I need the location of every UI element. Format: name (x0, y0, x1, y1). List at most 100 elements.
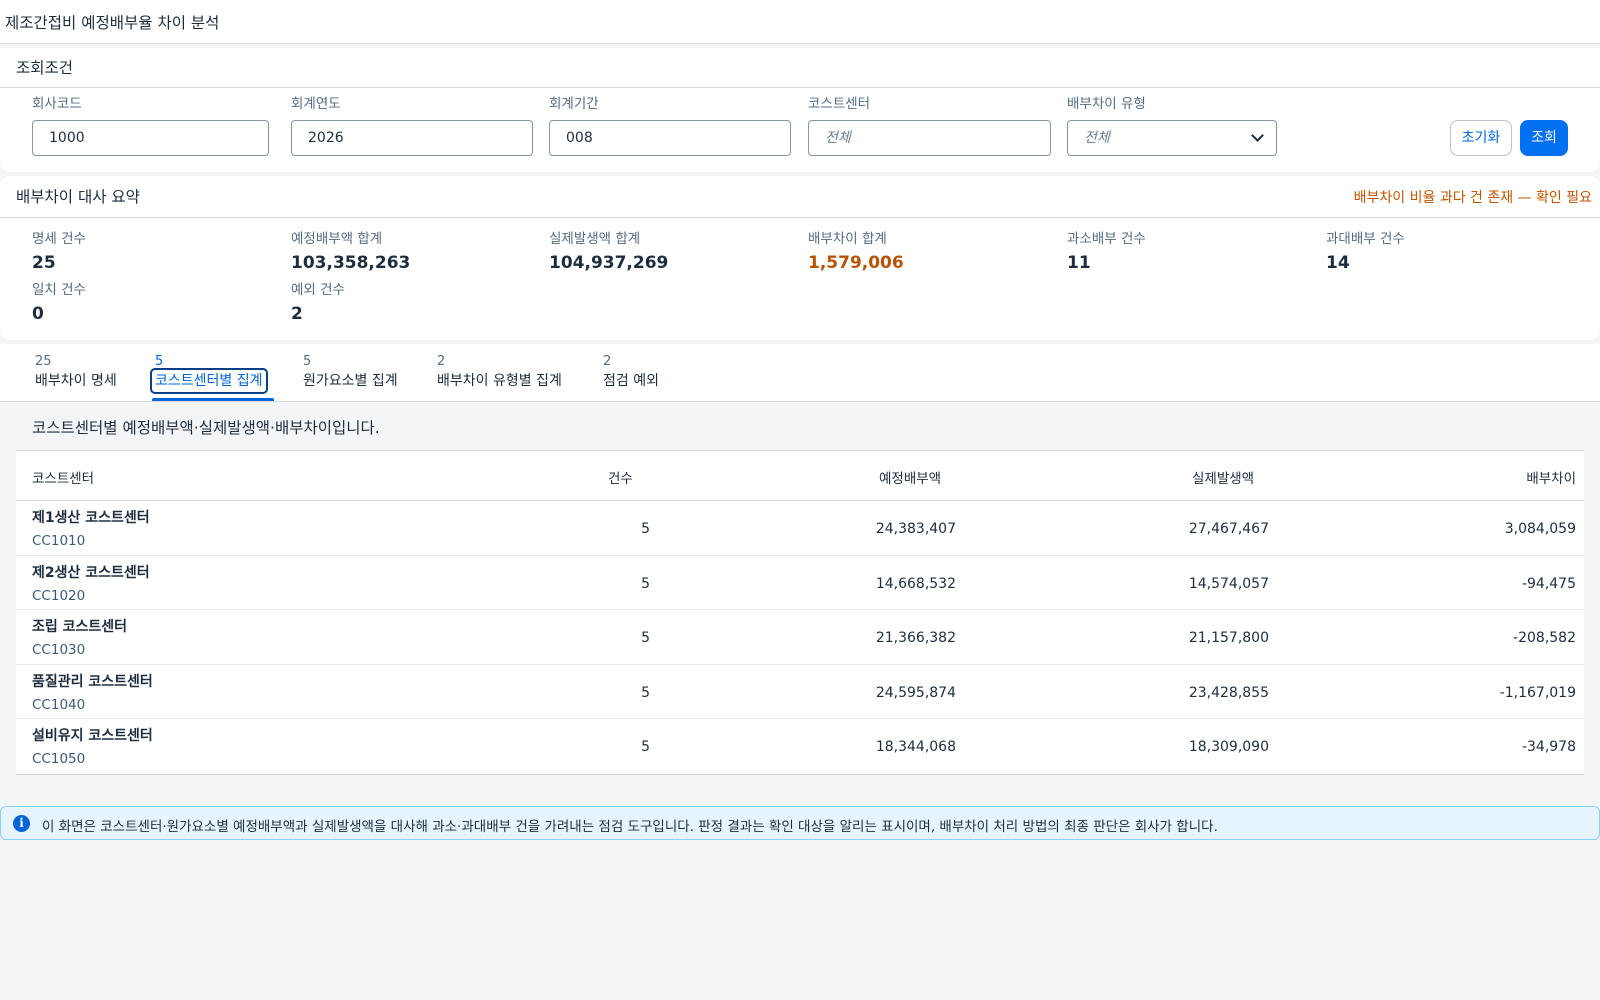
table-row[interactable]: 설비유지 코스트센터 CC1050 5 18,344,068 18,309,09… (16, 719, 1584, 774)
fiscal-year-label: 회계연도 (291, 96, 341, 112)
table-row[interactable]: 제2생산 코스트센터 CC1020 5 14,668,532 14,574,05… (16, 556, 1584, 610)
table-row[interactable]: 제1생산 코스트센터 CC1010 5 24,383,407 27,467,46… (16, 501, 1584, 556)
reset-button[interactable]: 초기화 (1450, 120, 1512, 156)
kpi-value: 2 (291, 304, 303, 324)
summary-warning: 배부차이 비율 과다 건 존재 — 확인 필요 (1353, 190, 1592, 206)
tab-label: 배부차이 유형별 집계 (437, 373, 562, 389)
cell-planned: 14,668,532 (875, 575, 956, 592)
tab-count: 2 (603, 354, 612, 369)
kpi-label: 과소배부 건수 (1067, 231, 1146, 247)
cell-count: 5 (641, 630, 650, 646)
cost-center-table: 코스트센터 건수 예정배부액 실제발생액 배부차이 제1생산 코스트센터 CC1… (16, 450, 1584, 775)
tab-variance-detail[interactable]: 25 배부차이 명세 (35, 354, 117, 391)
tab-count: 2 (437, 354, 446, 369)
kpi-exception-count: 예외 건수 2 (291, 281, 345, 325)
kpi-label: 과대배부 건수 (1326, 231, 1405, 247)
variance-type-selected: 전체 (1084, 130, 1110, 146)
cost-center-input[interactable]: 전체 (808, 120, 1051, 156)
cost-center-code: CC1040 (32, 696, 86, 713)
kpi-label: 배부차이 합계 (808, 231, 887, 247)
tab-count: 25 (35, 354, 52, 369)
fiscal-period-field: 회계기간 008 (549, 96, 791, 156)
cell-variance: -94,475 (1521, 575, 1576, 592)
kpi-under-count: 과소배부 건수 11 (1067, 230, 1146, 274)
kpi-over-count: 과대배부 건수 14 (1326, 230, 1405, 274)
column-header-count[interactable]: 건수 (608, 467, 633, 487)
filter-panel-title: 조회조건 (16, 59, 74, 77)
column-header-variance[interactable]: 배부차이 (1526, 467, 1576, 487)
kpi-value: 103,358,263 (291, 253, 411, 273)
kpi-label: 일치 건수 (32, 282, 86, 298)
cell-planned: 18,344,068 (875, 739, 956, 755)
kpi-label: 명세 건수 (32, 231, 86, 247)
summary-panel-header: 배부차이 대사 요약 배부차이 비율 과다 건 존재 — 확인 필요 (0, 176, 1600, 218)
tab-label: 코스트센터별 집계 (150, 368, 268, 394)
company-code-label: 회사코드 (32, 96, 82, 112)
tab-exceptions[interactable]: 2 점검 예외 (603, 354, 659, 391)
cell-variance: -34,978 (1521, 739, 1576, 755)
active-tab-indicator (152, 398, 274, 401)
column-header-planned[interactable]: 예정배부액 (879, 467, 941, 487)
tab-by-variance-type[interactable]: 2 배부차이 유형별 집계 (437, 354, 562, 391)
cell-variance: -1,167,019 (1499, 684, 1576, 701)
table-row[interactable]: 품질관리 코스트센터 CC1040 5 24,595,874 23,428,85… (16, 665, 1584, 719)
company-code-input[interactable]: 1000 (32, 120, 269, 156)
page-header: 제조간접비 예정배부율 차이 분석 (0, 0, 1600, 44)
kpi-match-count: 일치 건수 0 (32, 281, 86, 325)
kpi-label: 실제발생액 합계 (549, 231, 641, 247)
kpi-actual-total: 실제발생액 합계 104,937,269 (549, 230, 668, 274)
tab-label: 원가요소별 집계 (303, 373, 398, 389)
cell-variance: 3,084,059 (1504, 521, 1576, 537)
filter-panel-header: 조회조건 (0, 48, 1600, 88)
cost-center-code: CC1010 (32, 533, 86, 549)
info-message-strip: i 이 화면은 코스트센터·원가요소별 예정배부액과 실제발생액을 대사해 과소… (0, 806, 1600, 840)
chevron-down-icon (1251, 129, 1264, 142)
cell-count: 5 (641, 521, 650, 537)
tab-count: 5 (303, 354, 312, 369)
kpi-value: 25 (32, 253, 56, 273)
table-description: 코스트센터별 예정배부액·실제발생액·배부차이입니다. (32, 419, 380, 437)
tab-label: 배부차이 명세 (35, 373, 117, 389)
column-header-cost-center[interactable]: 코스트센터 (32, 467, 94, 487)
search-button[interactable]: 조회 (1520, 120, 1568, 156)
cost-center-name: 제1생산 코스트센터 (32, 510, 150, 526)
kpi-variance-total: 배부차이 합계 1,579,006 (808, 230, 904, 274)
kpi-value: 0 (32, 304, 44, 324)
table-header: 코스트센터 건수 예정배부액 실제발생액 배부차이 (16, 451, 1584, 501)
cell-variance: -208,582 (1513, 630, 1576, 646)
cell-actual: 23,428,855 (1188, 684, 1269, 701)
column-header-actual[interactable]: 실제발생액 (1192, 467, 1254, 487)
summary-title: 배부차이 대사 요약 (16, 188, 140, 206)
cost-center-name: 제2생산 코스트센터 (32, 564, 150, 581)
cost-center-code: CC1030 (32, 642, 86, 658)
fiscal-period-label: 회계기간 (549, 96, 599, 112)
table-row[interactable]: 조립 코스트센터 CC1030 5 21,366,382 21,157,800 … (16, 610, 1584, 665)
tab-count: 5 (155, 354, 164, 369)
cost-center-field: 코스트센터 전체 (808, 96, 1051, 156)
kpi-label: 예정배부액 합계 (291, 231, 383, 247)
cell-actual: 27,467,467 (1188, 521, 1269, 537)
cell-actual: 21,157,800 (1188, 630, 1269, 646)
tab-by-cost-element[interactable]: 5 원가요소별 집계 (303, 354, 398, 391)
content-area: 코스트센터별 예정배부액·실제발생액·배부차이입니다. 코스트센터 건수 예정배… (0, 402, 1600, 790)
tab-by-cost-center[interactable]: 5 코스트센터별 집계 (150, 354, 268, 394)
company-code-field: 회사코드 1000 (32, 96, 269, 156)
kpi-planned-total: 예정배부액 합계 103,358,263 (291, 230, 410, 274)
kpi-detail-count: 명세 건수 25 (32, 230, 86, 274)
info-icon: i (13, 815, 30, 832)
fiscal-period-input[interactable]: 008 (549, 120, 791, 156)
tab-label: 점검 예외 (603, 373, 659, 389)
page-title: 제조간접비 예정배부율 차이 분석 (5, 14, 220, 32)
cell-count: 5 (641, 739, 650, 755)
cell-actual: 18,309,090 (1188, 739, 1269, 755)
tab-bar: 25 배부차이 명세 5 코스트센터별 집계 5 원가요소별 집계 2 배부차이… (0, 344, 1600, 402)
cell-count: 5 (641, 684, 650, 701)
cost-center-code: CC1020 (32, 587, 86, 604)
kpi-value: 1,579,006 (808, 253, 904, 273)
cell-planned: 21,366,382 (875, 630, 956, 646)
cost-center-label: 코스트센터 (808, 96, 871, 112)
kpi-value: 11 (1067, 253, 1091, 273)
fiscal-year-input[interactable]: 2026 (291, 120, 533, 156)
variance-type-select[interactable]: 전체 (1067, 120, 1277, 156)
info-text: 이 화면은 코스트센터·원가요소별 예정배부액과 실제발생액을 대사해 과소·과… (42, 819, 1218, 835)
